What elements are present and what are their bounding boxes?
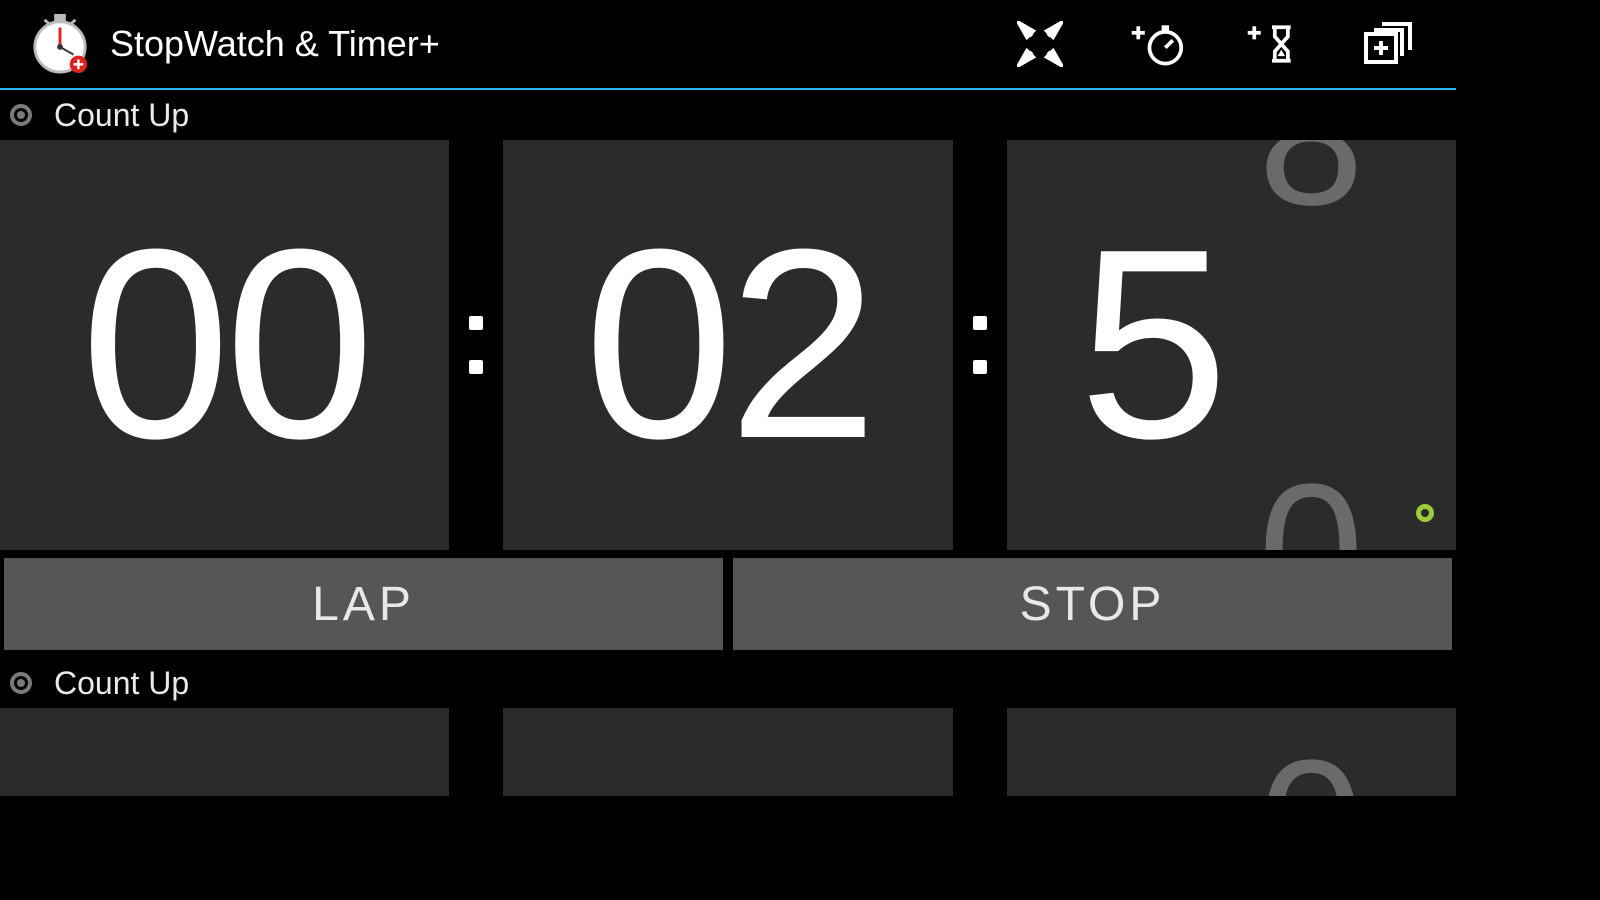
timer-1-controls: LAP STOP [0, 550, 1456, 658]
seconds-panel[interactable]: 8 5 0 [1007, 140, 1456, 550]
timer-1-header[interactable]: Count Up [0, 90, 1456, 140]
timer-2-label: Count Up [54, 665, 189, 702]
colon-icon [467, 708, 485, 796]
seconds-panel[interactable]: 0 [1007, 708, 1456, 796]
hours-panel[interactable] [0, 708, 449, 796]
stop-button[interactable]: STOP [733, 558, 1452, 650]
timer-2-display: 0 [0, 708, 1456, 796]
minutes-panel[interactable] [503, 708, 952, 796]
seconds-next-glyph: 0 [1258, 442, 1364, 550]
seconds-prev-glyph: 8 [1258, 140, 1364, 248]
colon-icon [971, 140, 989, 550]
timer-2-radio-icon[interactable] [10, 672, 32, 694]
add-timer-icon[interactable] [1244, 16, 1300, 72]
colon-icon [971, 708, 989, 796]
topbar-actions [1012, 16, 1416, 72]
seconds-value: 5 [1079, 190, 1223, 500]
collapse-icon[interactable] [1012, 16, 1068, 72]
hours-panel[interactable]: 00 [0, 140, 449, 550]
app-icon [30, 14, 90, 74]
lap-button[interactable]: LAP [4, 558, 723, 650]
timer-1-radio-icon[interactable] [10, 104, 32, 126]
timer-1-display: 00 02 8 5 0 [0, 140, 1456, 550]
minutes-value: 02 [584, 210, 872, 480]
app-topbar: StopWatch & Timer+ [0, 0, 1456, 90]
app-title: StopWatch & Timer+ [110, 23, 1012, 65]
add-panel-icon[interactable] [1360, 16, 1416, 72]
colon-icon [467, 140, 485, 550]
timer-2-header[interactable]: Count Up [0, 658, 1456, 708]
timer-1-label: Count Up [54, 97, 189, 134]
running-indicator-icon [1416, 504, 1434, 522]
minutes-panel[interactable]: 02 [503, 140, 952, 550]
hours-value: 00 [81, 210, 369, 480]
add-stopwatch-icon[interactable] [1128, 16, 1184, 72]
seconds-glyph: 0 [1258, 718, 1364, 796]
